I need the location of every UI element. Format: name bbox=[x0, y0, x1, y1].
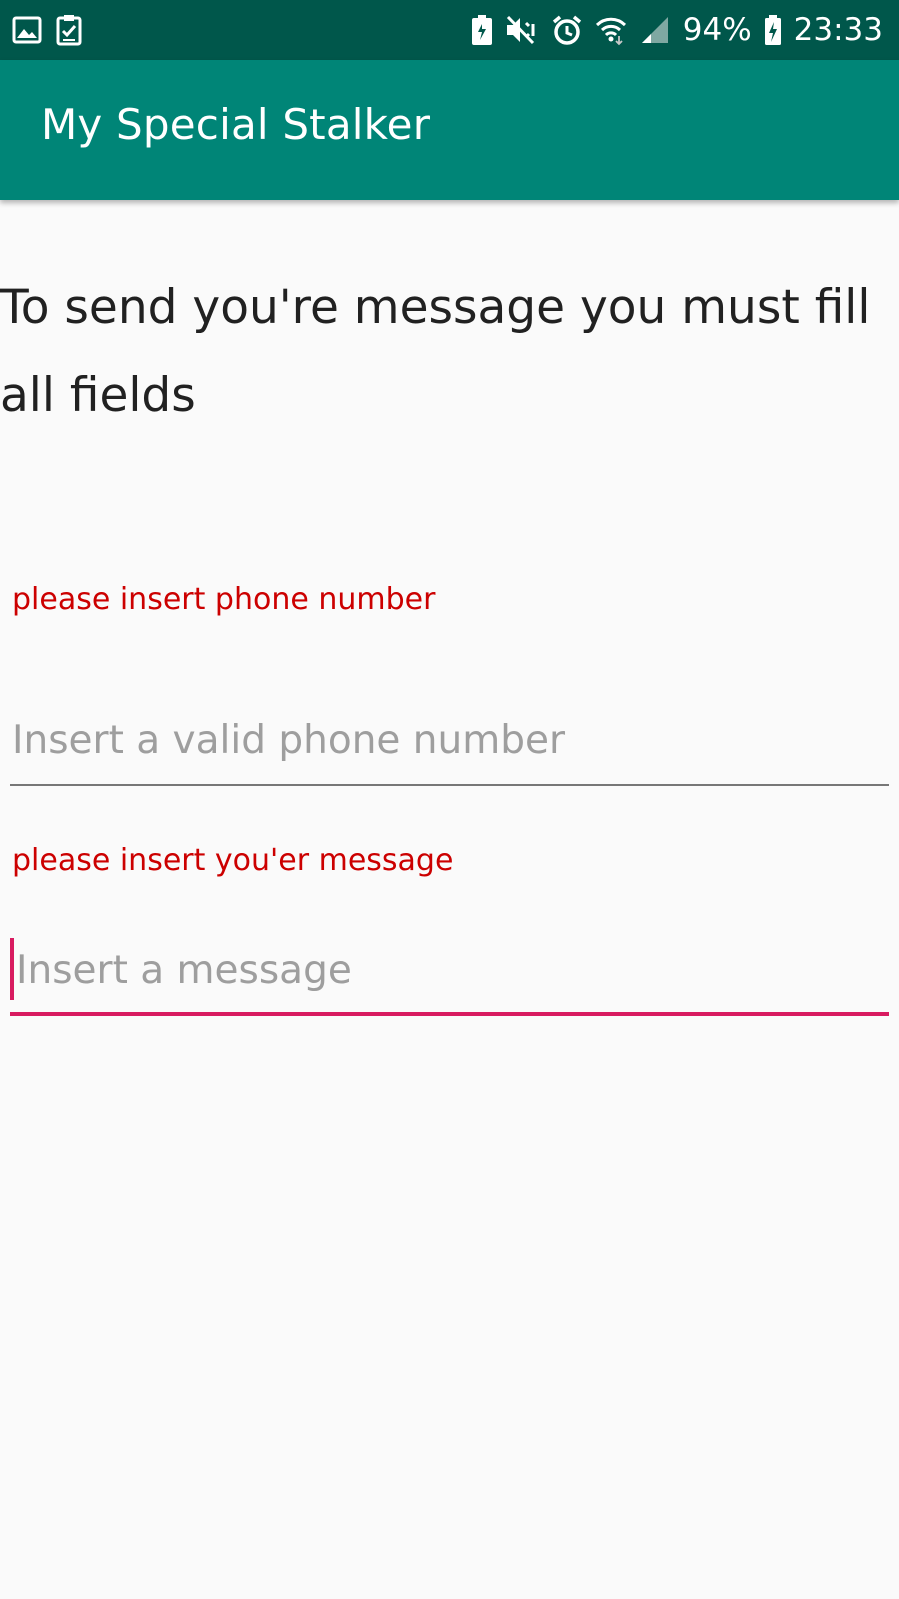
phone-input[interactable] bbox=[10, 710, 889, 770]
alarm-icon bbox=[551, 14, 583, 46]
clock: 23:33 bbox=[793, 12, 883, 48]
battery-percent: 94% bbox=[682, 12, 752, 48]
text-cursor bbox=[10, 938, 14, 1000]
instruction-text: To send you're message you must fill all… bbox=[0, 280, 871, 423]
phone-error-label: please insert phone number bbox=[12, 582, 436, 617]
status-indicators: 94% 23:33 bbox=[471, 0, 883, 60]
phone-field-underline bbox=[10, 784, 889, 786]
message-field[interactable] bbox=[10, 938, 889, 1016]
status-bar: 94% 23:33 bbox=[0, 0, 899, 60]
message-field-underline bbox=[10, 1012, 889, 1016]
battery-saver-icon bbox=[471, 14, 493, 46]
gallery-icon bbox=[12, 15, 42, 45]
message-input[interactable] bbox=[10, 940, 889, 1000]
status-notifications bbox=[12, 14, 82, 46]
app-title: My Special Stalker bbox=[41, 100, 431, 149]
task-check-icon bbox=[56, 14, 82, 46]
message-error-label: please insert you'er message bbox=[12, 843, 454, 878]
app-bar: My Special Stalker bbox=[0, 60, 899, 200]
signal-icon bbox=[639, 14, 671, 46]
mute-icon bbox=[505, 14, 539, 46]
phone-field[interactable] bbox=[10, 710, 889, 786]
battery-charging-icon bbox=[764, 14, 782, 46]
wifi-icon bbox=[595, 14, 627, 46]
